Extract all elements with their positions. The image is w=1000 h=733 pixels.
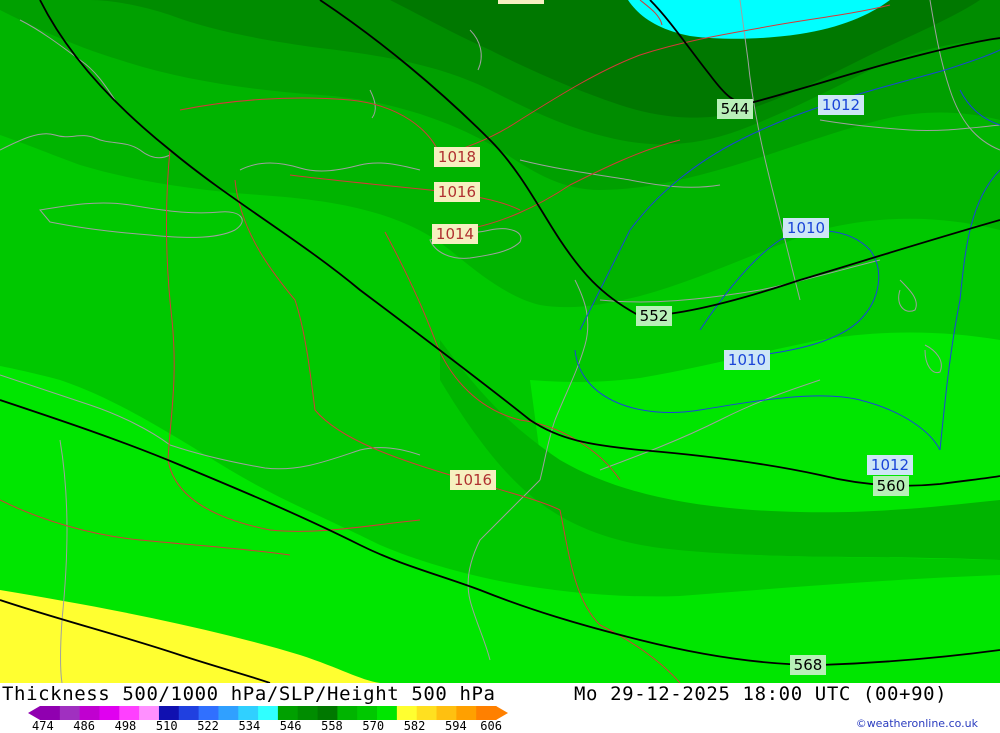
svg-text:1016: 1016 xyxy=(454,471,492,489)
legend-tick-labels: 474 486 498 510 522 534 546 558 570 582 594 606 xyxy=(0,719,520,733)
legend-tick-label: 606 xyxy=(480,719,502,733)
isobar-label-1016-top xyxy=(498,0,544,4)
legend-swatch xyxy=(476,706,497,720)
legend-tick-label: 582 xyxy=(403,719,426,733)
svg-text:1018: 1018 xyxy=(438,148,476,166)
map-title: Thickness 500/1000 hPa/SLP/Height 500 hP… xyxy=(2,683,496,705)
color-legend xyxy=(28,706,508,720)
legend-swatch xyxy=(377,706,398,720)
svg-text:1016: 1016 xyxy=(438,183,476,201)
forecast-datetime: Mo 29-12-2025 18:00 UTC (00+90) xyxy=(574,683,948,705)
legend-swatch xyxy=(198,706,219,720)
legend-tick-label: 558 xyxy=(321,719,343,733)
legend-swatch xyxy=(416,706,438,720)
svg-text:1012: 1012 xyxy=(871,456,909,474)
legend-tick-label: 510 xyxy=(155,719,178,733)
legend-swatch xyxy=(436,706,457,720)
isobar-label-1018: 1018 xyxy=(434,147,480,167)
legend-tick-label: 522 xyxy=(197,719,219,733)
contour-label-568: 568 xyxy=(790,655,826,675)
svg-text:552: 552 xyxy=(640,307,669,325)
isobar-label-1016-upper: 1016 xyxy=(434,182,480,202)
contour-label-552: 552 xyxy=(636,306,672,326)
credit-link[interactable]: ©weatheronline.co.uk xyxy=(856,717,978,730)
legend-swatch xyxy=(456,706,477,720)
legend-swatch xyxy=(218,706,239,720)
legend-tick-label: 498 xyxy=(114,719,137,733)
legend-tick-label: 570 xyxy=(362,719,385,733)
svg-text:1010: 1010 xyxy=(787,219,825,237)
legend-tick-label: 534 xyxy=(238,719,261,733)
legend-swatch xyxy=(139,706,160,720)
svg-text:568: 568 xyxy=(794,656,823,674)
legend-swatch xyxy=(277,706,299,720)
contour-label-560: 560 xyxy=(873,476,909,496)
weather-map: 544 552 560 568 1018 1016 1014 1016 1012… xyxy=(0,0,1000,683)
legend-swatch xyxy=(238,706,259,720)
svg-text:1010: 1010 xyxy=(728,351,766,369)
legend-swatch xyxy=(317,706,338,720)
contour-label-544: 544 xyxy=(717,99,753,119)
isobar-label-1012-lower: 1012 xyxy=(867,455,913,475)
isobar-label-1014: 1014 xyxy=(432,224,478,244)
legend-tick-label: 546 xyxy=(279,719,302,733)
svg-text:544: 544 xyxy=(721,100,750,118)
legend-arrow-right xyxy=(496,706,508,720)
legend-swatch xyxy=(59,706,81,720)
legend-tick-label: 474 xyxy=(32,719,54,733)
svg-text:1014: 1014 xyxy=(436,225,474,243)
legend-swatch xyxy=(258,706,279,720)
isobar-label-1016-lower: 1016 xyxy=(450,470,496,490)
legend-swatch xyxy=(158,706,180,720)
svg-text:1012: 1012 xyxy=(822,96,860,114)
isobar-label-1012-upper: 1012 xyxy=(818,95,864,115)
legend-tick-label: 486 xyxy=(73,719,95,733)
legend-swatch xyxy=(178,706,200,720)
legend-swatch xyxy=(99,706,120,720)
legend-swatch xyxy=(119,706,140,720)
legend-swatch xyxy=(357,706,378,720)
isobar-label-1010-lower: 1010 xyxy=(724,350,770,370)
legend-arrow-left xyxy=(28,706,40,720)
legend-swatch xyxy=(79,706,100,720)
legend-tick-label: 594 xyxy=(445,719,467,733)
legend-swatch xyxy=(396,706,418,720)
legend-swatch xyxy=(337,706,358,720)
legend-swatch xyxy=(40,706,61,720)
legend-swatch xyxy=(297,706,319,720)
isobar-label-1010-upper: 1010 xyxy=(783,218,829,238)
svg-text:560: 560 xyxy=(877,477,906,495)
